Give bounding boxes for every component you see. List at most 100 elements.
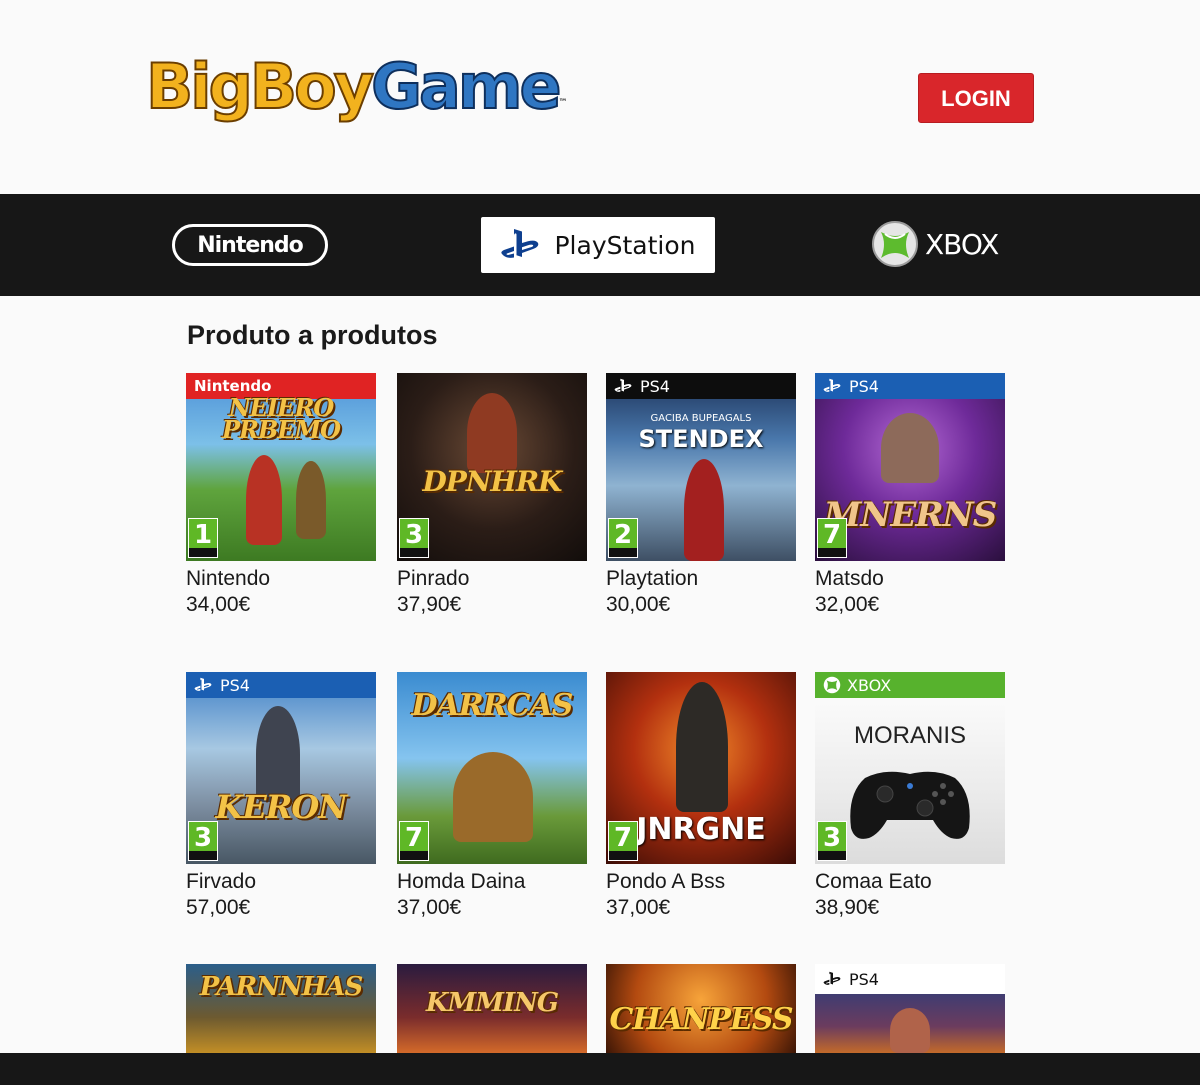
tab-xbox[interactable]: XBOX (871, 220, 999, 268)
product-name[interactable]: Homda Daina (397, 870, 587, 894)
footer-bar (0, 1053, 1200, 1085)
login-button[interactable]: LOGIN (918, 73, 1034, 123)
product-name[interactable]: Pinrado (397, 567, 587, 591)
cover-title: KMMING (425, 988, 559, 1018)
xbox-tab-label: XBOX (925, 227, 999, 261)
platform-banner: PS4 (815, 964, 1005, 994)
pegi-rating-badge: 7 (399, 821, 429, 861)
cover-title: PARNNHAS (199, 972, 364, 1002)
character-figure (684, 459, 724, 561)
platform-banner: PS4 (815, 373, 1005, 399)
pegi-number: 7 (404, 823, 424, 853)
character-figure (890, 1008, 930, 1053)
banner-label: PS4 (640, 376, 670, 396)
product-price: 37,00€ (606, 896, 671, 919)
product-cover[interactable]: PS4 MNERNS 7 (815, 373, 1005, 561)
cover-title: MORANIS (853, 722, 966, 749)
character-figure (467, 393, 517, 473)
product-cover[interactable]: PARNNHAS (186, 964, 376, 1053)
pegi-rating-badge: 3 (817, 821, 847, 861)
product-cover[interactable]: CHANPESS (606, 964, 796, 1053)
product-cover[interactable]: DARRCAS 7 (397, 672, 587, 864)
banner-label: PS4 (849, 969, 879, 989)
product-cover[interactable]: DPNHRK 3 (397, 373, 587, 561)
product-card[interactable]: JNRGNE 7 Pondo A Bss 37,00€ (606, 672, 796, 922)
playstation-logo-icon (614, 378, 632, 392)
cover-title: CHANPESS (609, 1002, 793, 1037)
product-name[interactable]: Comaa Eato (815, 870, 1005, 894)
product-price: 37,00€ (397, 896, 462, 919)
pegi-number: 1 (193, 520, 213, 550)
playstation-logo-icon (194, 677, 212, 691)
product-price: 30,00€ (606, 593, 671, 616)
playstation-tab-label: PlayStation (554, 230, 696, 260)
product-cover[interactable]: XBOX MORANIS 3 (815, 672, 1005, 864)
character-figure (246, 455, 282, 545)
product-cover[interactable]: KMMING (397, 964, 587, 1053)
product-card[interactable]: KMMING (397, 964, 587, 1053)
logo-word-bigboy: BigBoy (145, 50, 375, 123)
playstation-logo-icon (501, 229, 539, 258)
xbox-sphere-icon (872, 221, 918, 267)
pegi-rating-badge: 2 (608, 518, 638, 558)
product-name[interactable]: Playtation (606, 567, 796, 591)
pegi-rating-badge: 3 (188, 821, 218, 861)
product-name[interactable]: Nintendo (186, 567, 376, 591)
product-cover[interactable]: PS4 GACIBA BUPEAGALS STENDEX 2 (606, 373, 796, 561)
product-cover[interactable]: PS4 KERON 3 (186, 672, 376, 864)
product-card[interactable]: XBOX MORANIS 3 Comaa Eato 38,90€ (815, 672, 1005, 922)
product-cover[interactable]: Nintendo NEIERO PRBEMO 1 (186, 373, 376, 561)
platform-banner: XBOX (815, 672, 1005, 698)
product-card[interactable]: PS4 MNERNS 7 Matsdo 32,00€ (815, 373, 1005, 619)
tab-playstation[interactable]: PlayStation (481, 217, 715, 273)
character-figure (676, 682, 728, 812)
product-cover[interactable]: JNRGNE 7 (606, 672, 796, 864)
cover-title: STENDEX (638, 425, 764, 453)
product-price: 37,90€ (397, 593, 462, 616)
product-card[interactable]: PS4 KERON 3 Firvado 57,00€ (186, 672, 376, 922)
product-name[interactable]: Pondo A Bss (606, 870, 796, 894)
logo-word-game: Game (370, 50, 562, 123)
product-card[interactable]: PARNNHAS (186, 964, 376, 1053)
product-card[interactable]: PS4 GACIBA BUPEAGALS STENDEX 2 Playtatio… (606, 373, 796, 619)
tab-nintendo[interactable]: Nintendo (172, 224, 328, 266)
site-header: BigBoyGame™ LOGIN (0, 0, 1200, 194)
product-cover[interactable]: PS4 (815, 964, 1005, 1053)
playstation-logo-icon (823, 378, 841, 392)
character-figure (453, 752, 533, 842)
product-name[interactable]: Matsdo (815, 567, 1005, 591)
pegi-number: 3 (404, 520, 424, 550)
product-card[interactable]: CHANPESS (606, 964, 796, 1053)
character-figure (296, 461, 326, 539)
character-figure (881, 413, 939, 483)
gamepad-icon (850, 771, 970, 839)
cover-title: DARRCAS (411, 688, 574, 723)
pegi-number: 3 (193, 823, 213, 853)
product-card[interactable]: Nintendo NEIERO PRBEMO 1 Nintendo 34,00€ (186, 373, 376, 619)
cover-subtitle: GACIBA BUPEAGALS (650, 413, 752, 424)
playstation-logo-icon (823, 971, 841, 985)
nintendo-tab-label: Nintendo (197, 232, 304, 258)
product-card[interactable]: DPNHRK 3 Pinrado 37,90€ (397, 373, 587, 619)
product-price: 32,00€ (815, 593, 880, 616)
pegi-number: 3 (822, 823, 842, 853)
pegi-rating-badge: 3 (399, 518, 429, 558)
pegi-number: 7 (613, 823, 633, 853)
product-price: 38,90€ (815, 896, 880, 919)
platform-banner: PS4 (186, 672, 376, 698)
product-price: 57,00€ (186, 896, 251, 919)
banner-label: XBOX (847, 675, 892, 695)
product-card[interactable]: DARRCAS 7 Homda Daina 37,00€ (397, 672, 587, 922)
banner-label: PS4 (849, 376, 879, 396)
pegi-number: 7 (822, 520, 842, 550)
cover-title: NEIERO PRBEMO (221, 393, 341, 444)
section-title: Produto a produtos (187, 320, 438, 350)
logo-trademark: ™ (558, 98, 568, 108)
pegi-rating-badge: 1 (188, 518, 218, 558)
pegi-number: 2 (613, 520, 633, 550)
product-name[interactable]: Firvado (186, 870, 376, 894)
pegi-rating-badge: 7 (608, 821, 638, 861)
banner-label: PS4 (220, 675, 250, 695)
bigboy-game-logo[interactable]: BigBoyGame™ (145, 50, 568, 123)
product-card[interactable]: PS4 (815, 964, 1005, 1053)
